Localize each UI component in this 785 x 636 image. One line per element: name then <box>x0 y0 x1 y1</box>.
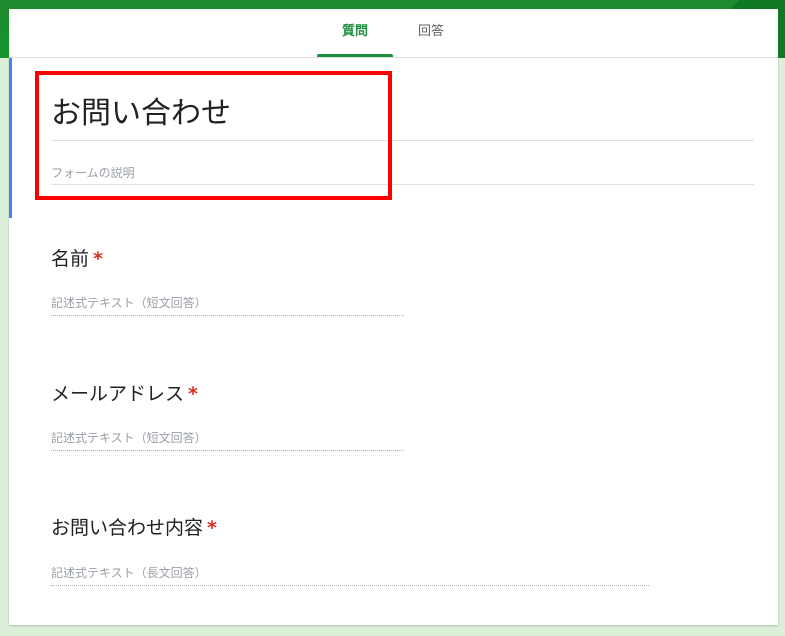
question-email-title[interactable]: メールアドレス * <box>51 379 198 406</box>
question-name-label: 名前 <box>51 248 90 270</box>
section-accent-bar <box>9 58 12 218</box>
required-asterisk: * <box>93 248 103 270</box>
question-inquiry-label: お問い合わせ内容 <box>51 517 204 539</box>
question-name-title[interactable]: 名前 * <box>51 244 103 271</box>
required-asterisk: * <box>207 517 217 539</box>
question-email-label: メールアドレス <box>51 383 185 405</box>
tab-bar: 質問 回答 <box>9 9 778 58</box>
form-card: お問い合わせ フォームの説明 名前 * 記述式テキスト（短文回答） メールアドレス… <box>9 58 778 625</box>
required-asterisk: * <box>188 383 198 405</box>
tab-responses-label: 回答 <box>417 24 444 39</box>
tab-responses[interactable]: 回答 <box>393 9 469 57</box>
question-inquiry-title[interactable]: お問い合わせ内容 * <box>51 513 217 540</box>
long-answer-field[interactable]: 記述式テキスト（長文回答） <box>51 564 649 586</box>
highlight-annotation-box <box>35 71 392 200</box>
tab-questions-label: 質問 <box>341 24 368 39</box>
short-answer-field[interactable]: 記述式テキスト（短文回答） <box>51 294 404 316</box>
tab-questions[interactable]: 質問 <box>317 9 393 57</box>
active-tab-indicator <box>317 54 393 57</box>
short-answer-field[interactable]: 記述式テキスト（短文回答） <box>51 429 404 451</box>
